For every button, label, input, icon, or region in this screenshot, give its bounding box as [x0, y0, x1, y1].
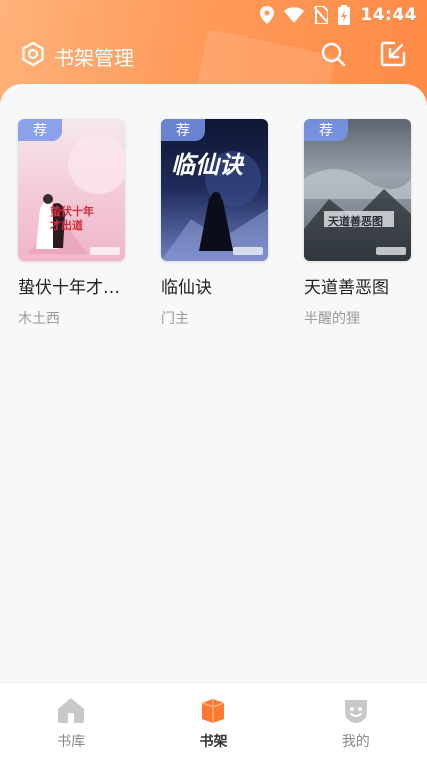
cover-title: 蛰伏十年才出道	[50, 205, 94, 232]
nav-item-profile[interactable]: 我的	[285, 683, 427, 760]
gear-icon	[20, 41, 46, 71]
nav-item-library[interactable]: 书库	[0, 683, 142, 760]
book-cover[interactable]: 荐 蛰伏十年才出道	[18, 119, 125, 261]
status-bar: 14:44	[0, 0, 427, 30]
search-button[interactable]	[319, 42, 347, 70]
no-sim-icon	[314, 6, 329, 24]
profile-icon	[342, 697, 370, 727]
book-grid: 荐 蛰伏十年才出道 蛰伏十年才… 木土西 荐 临仙诀 临仙诀 门主 荐 天道善恶…	[18, 119, 411, 328]
nav-label: 我的	[341, 734, 370, 750]
shelf-manage-button[interactable]: 书架管理	[20, 41, 134, 71]
recommend-tag: 荐	[304, 119, 348, 141]
import-icon	[380, 41, 406, 71]
page-title: 书架管理	[54, 45, 134, 70]
status-time: 14:44	[360, 5, 417, 25]
book-title: 天道善恶图	[304, 278, 389, 298]
book-title: 蛰伏十年才…	[18, 278, 120, 298]
book-item[interactable]: 荐 临仙诀 临仙诀 门主	[161, 119, 268, 328]
cover-title: 天道善恶图	[328, 215, 383, 228]
book-title: 临仙诀	[161, 278, 212, 298]
book-cover[interactable]: 荐 临仙诀	[161, 119, 268, 261]
book-cover[interactable]: 荐 天道善恶图	[304, 119, 411, 261]
bookshelf-icon	[199, 697, 227, 727]
book-item[interactable]: 荐 天道善恶图 天道善恶图 半醒的狸	[304, 119, 411, 328]
recommend-tag: 荐	[18, 119, 62, 141]
battery-icon	[338, 5, 351, 25]
bookshelf-content: 荐 蛰伏十年才出道 蛰伏十年才… 木土西 荐 临仙诀 临仙诀 门主 荐 天道善恶…	[0, 84, 427, 682]
wifi-icon	[284, 7, 305, 23]
bottom-nav: 书库 书架 我的	[0, 682, 427, 760]
home-icon	[57, 697, 85, 727]
nav-label: 书架	[199, 734, 228, 750]
import-button[interactable]	[379, 41, 407, 71]
cover-title: 临仙诀	[171, 150, 243, 179]
book-author: 半醒的狸	[304, 311, 360, 327]
location-icon	[260, 6, 275, 24]
title-row: 书架管理	[0, 36, 427, 76]
nav-item-bookshelf[interactable]: 书架	[142, 683, 284, 760]
search-icon	[320, 41, 346, 71]
book-author: 木土西	[18, 311, 60, 327]
book-item[interactable]: 荐 蛰伏十年才出道 蛰伏十年才… 木土西	[18, 119, 125, 328]
recommend-tag: 荐	[161, 119, 205, 141]
book-author: 门主	[161, 311, 189, 327]
nav-label: 书库	[57, 734, 86, 750]
